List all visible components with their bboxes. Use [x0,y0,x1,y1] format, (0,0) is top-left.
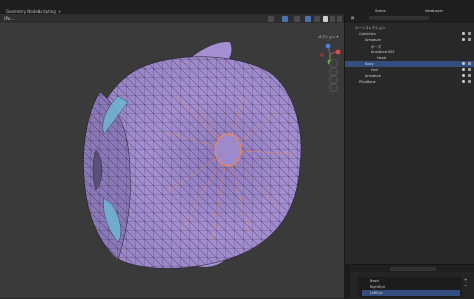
remove-shape-key-icon[interactable]: − [464,283,467,288]
outliner-row-label: Hair [371,67,378,72]
properties-tabs[interactable] [344,264,350,298]
add-shape-key-icon[interactable]: + [464,277,467,282]
properties-panel: Basis RightEye LeftEye + − [344,264,474,299]
visibility-eye-icon[interactable] [462,32,465,35]
visibility-eye-icon[interactable] [462,62,465,65]
render-camera-icon[interactable] [468,74,471,77]
visibility-eye-icon[interactable] [462,68,465,71]
render-camera-icon[interactable] [468,32,471,35]
render-camera-icon[interactable] [468,38,471,41]
outliner-row-label: Body [365,61,374,66]
head-mesh[interactable] [0,14,344,298]
view-layer-label[interactable]: ViewLayer [425,9,443,13]
shape-key-label: RightEye [370,284,386,289]
outliner-header: ▤ [345,14,474,23]
outliner-row-label: Collection [359,31,376,36]
render-camera-icon[interactable] [468,68,471,71]
outliner-display-mode-icon[interactable]: ▤ [351,16,354,20]
neck-opening [214,133,242,167]
render-camera-icon[interactable] [468,62,471,65]
properties-search-input[interactable] [390,266,436,271]
3d-viewport[interactable]: (Po... オプション ▾ [0,14,344,298]
top-bar: Geometry Nodes Scripting + [0,0,474,14]
outliner-panel: ▤ Scene ViewLayer シーンコレクション Collection A… [344,9,474,264]
outliner-search-input[interactable] [369,16,429,20]
shape-key-label: Basis [370,278,379,283]
outliner-row-label: Armature.002 [371,49,395,54]
outliner-row[interactable]: PhysBone [345,79,474,85]
shape-key-item-selected[interactable]: LeftEye [362,290,460,296]
scene-collection-label: シーンコレクション [355,26,386,30]
visibility-eye-icon[interactable] [462,38,465,41]
shape-key-label: LeftEye [370,290,383,295]
properties-header [344,265,474,272]
scene-label[interactable]: Scene [375,9,386,13]
shape-keys-list: Basis RightEye LeftEye [358,277,462,297]
outliner-row-label: Head [377,55,386,60]
outliner-row-label: Armature [365,73,381,78]
outliner-row-label: PhysBone [359,79,376,84]
visibility-eye-icon[interactable] [462,74,465,77]
visibility-eye-icon[interactable] [462,80,465,83]
outliner-row-label: Armature [365,37,381,42]
render-camera-icon[interactable] [468,80,471,83]
